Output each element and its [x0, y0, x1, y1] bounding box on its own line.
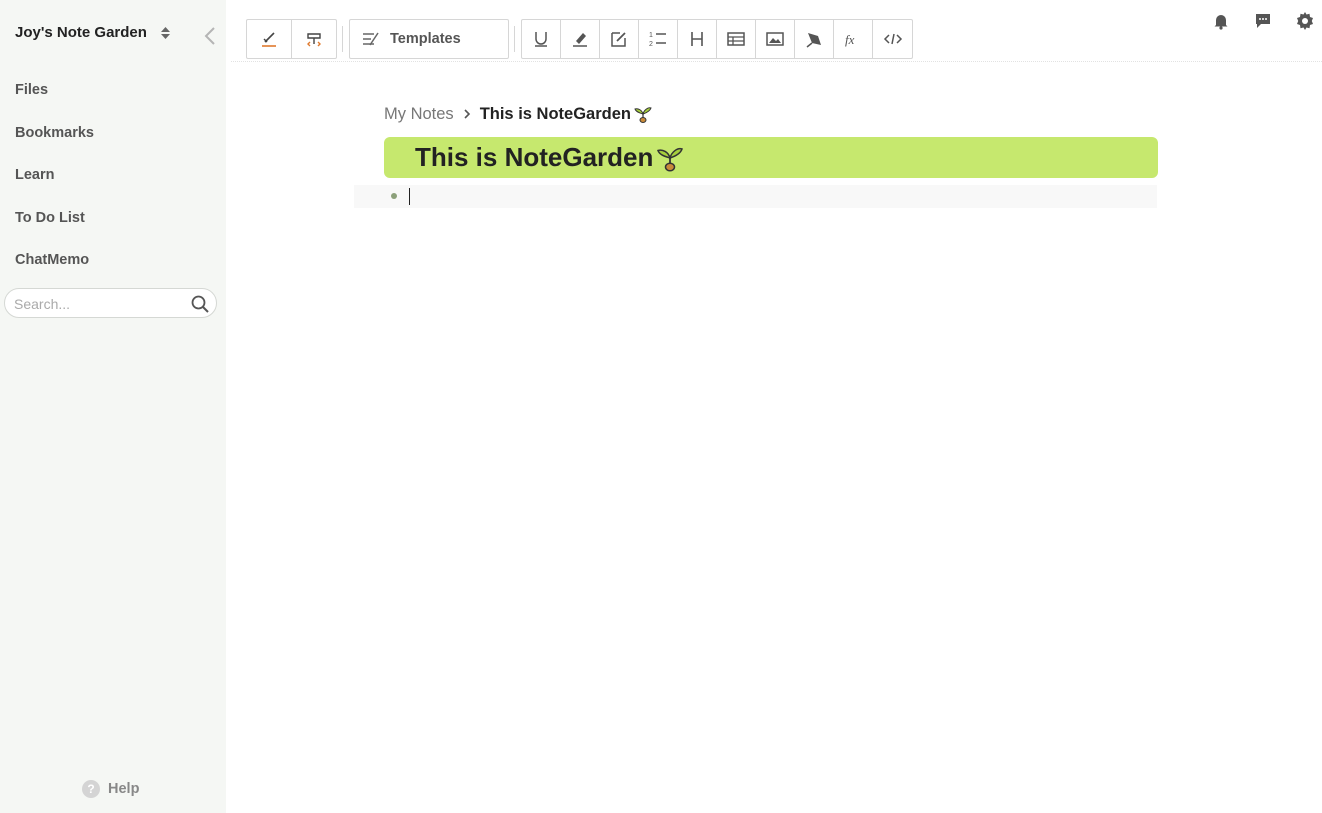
bullet-block[interactable] — [354, 185, 1157, 208]
chevron-right-icon — [464, 109, 470, 119]
gear-icon[interactable] — [1294, 10, 1316, 32]
breadcrumb-current: This is NoteGarden — [479, 104, 631, 123]
highlighter-button[interactable] — [561, 20, 600, 58]
numbered-list-button[interactable]: 12 — [639, 20, 678, 58]
edit-box-icon — [611, 32, 626, 47]
sidebar-item-learn[interactable]: Learn — [15, 165, 94, 208]
numbered-list-icon: 12 — [649, 32, 666, 48]
pen-line-icon — [262, 32, 276, 47]
toolbar-separator — [342, 26, 343, 52]
note-title-block[interactable]: This is NoteGarden — [384, 137, 1158, 178]
sprout-icon — [657, 147, 684, 171]
search-icon[interactable] — [190, 294, 210, 314]
underline-button[interactable] — [522, 20, 561, 58]
format-painter-button[interactable] — [292, 20, 336, 58]
toolbar-divider — [231, 61, 1322, 62]
table-button[interactable] — [717, 20, 756, 58]
svg-text:fx: fx — [845, 32, 855, 47]
bell-icon[interactable] — [1210, 10, 1232, 32]
table-icon — [727, 32, 745, 46]
svg-text:2: 2 — [649, 41, 653, 48]
edit-box-button[interactable] — [600, 20, 639, 58]
templates-button[interactable]: Templates — [349, 19, 509, 59]
highlighter-icon — [573, 33, 587, 47]
chat-icon[interactable] — [1252, 10, 1274, 32]
note-title[interactable]: This is NoteGarden — [415, 142, 653, 173]
search-box — [4, 288, 217, 318]
breadcrumb-current-wrap: This is NoteGarden — [480, 104, 653, 124]
templates-icon — [363, 32, 379, 46]
text-cursor — [409, 188, 410, 205]
sprout-icon — [634, 107, 652, 123]
breadcrumb-root[interactable]: My Notes — [384, 105, 454, 124]
sidebar-item-chatmemo[interactable]: ChatMemo — [15, 250, 94, 293]
sidebar-item-bookmarks[interactable]: Bookmarks — [15, 123, 94, 166]
bullet-dot — [391, 193, 397, 199]
svg-text:1: 1 — [649, 32, 653, 39]
sidebar-item-files[interactable]: Files — [15, 80, 94, 123]
pen-nib-button[interactable] — [795, 20, 834, 58]
image-icon — [766, 32, 784, 46]
workspace-switcher[interactable]: Joy's Note Garden — [15, 24, 170, 41]
sidebar-item-todo-list[interactable]: To Do List — [15, 208, 94, 251]
breadcrumb: My Notes This is NoteGarden — [384, 104, 653, 124]
image-button[interactable] — [756, 20, 795, 58]
templates-label: Templates — [390, 31, 461, 47]
help-label: Help — [108, 781, 140, 797]
help-link[interactable]: ? Help — [82, 780, 139, 798]
header-icons — [1210, 10, 1316, 32]
formula-button[interactable]: fx — [834, 20, 873, 58]
help-icon: ? — [82, 780, 100, 798]
heading-icon — [691, 32, 703, 46]
sidebar: Joy's Note Garden Files Bookmarks Learn … — [0, 0, 226, 813]
code-icon — [883, 33, 902, 45]
workspace-name: Joy's Note Garden — [15, 24, 147, 41]
toolbar-group-insert: 12 fx — [521, 19, 913, 59]
sort-updown-icon — [160, 26, 170, 39]
toolbar-group-format — [246, 19, 337, 59]
pen-line-button[interactable] — [247, 20, 292, 58]
heading-button[interactable] — [678, 20, 717, 58]
code-button[interactable] — [873, 20, 912, 58]
formula-icon: fx — [845, 32, 855, 47]
format-painter-icon — [307, 33, 321, 47]
collapse-sidebar-icon[interactable] — [202, 26, 218, 46]
sidebar-nav: Files Bookmarks Learn To Do List ChatMem… — [15, 80, 94, 293]
underline-icon — [535, 32, 547, 47]
toolbar-separator — [514, 26, 515, 52]
pen-nib-icon — [806, 33, 821, 48]
search-input[interactable] — [14, 295, 184, 313]
